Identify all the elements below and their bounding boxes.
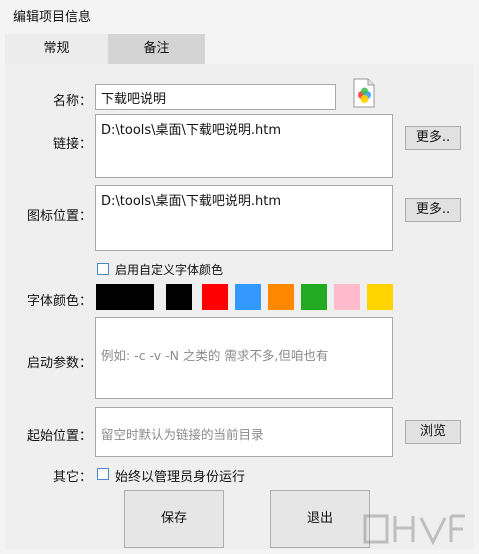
link-more-button[interactable]: 更多..: [405, 126, 461, 150]
font-color-label: 字体颜色：: [26, 294, 92, 309]
window-title: 编辑项目信息: [13, 10, 92, 25]
link-value: D:\tools\桌面\下载吧说明.htm: [101, 123, 282, 138]
tab-general[interactable]: 常规: [5, 34, 108, 64]
admin-label: 始终以管理员身份运行: [115, 470, 246, 485]
params-field[interactable]: 例如: -c -v -N 之类的 需求不多,但咱也有: [95, 317, 393, 399]
link-label: 链接：: [52, 137, 92, 152]
swatch-blue[interactable]: [235, 284, 261, 310]
name-field[interactable]: 下载吧说明: [95, 84, 336, 110]
file-icon[interactable]: [351, 78, 377, 108]
swatch-black[interactable]: [166, 284, 192, 310]
font-color-preview[interactable]: [96, 284, 154, 310]
custom-font-color-label: 启用自定义字体颜色: [115, 263, 224, 277]
icon-position-more-button[interactable]: 更多..: [405, 198, 461, 222]
tab-bar: 常规 备注: [5, 34, 205, 64]
start-position-label: 起始位置：: [26, 429, 92, 444]
start-position-field[interactable]: 留空时默认为链接的当前目录: [95, 407, 393, 457]
swatch-yellow[interactable]: [367, 284, 393, 310]
exit-button[interactable]: 退出: [270, 490, 370, 548]
icon-position-field[interactable]: D:\tools\桌面\下载吧说明.htm: [95, 185, 393, 251]
browse-button[interactable]: 浏览: [405, 420, 461, 444]
start-position-placeholder: 留空时默认为链接的当前目录: [101, 427, 264, 442]
save-button[interactable]: 保存: [124, 490, 224, 548]
custom-font-color-checkbox[interactable]: [97, 263, 109, 275]
swatch-orange[interactable]: [268, 284, 294, 310]
swatch-red[interactable]: [202, 284, 228, 310]
icon-position-label: 图标位置：: [26, 209, 92, 224]
name-label: 名称：: [52, 94, 92, 109]
icon-position-value: D:\tools\桌面\下载吧说明.htm: [101, 194, 282, 209]
watermark-logo: [361, 508, 471, 548]
other-label: 其它：: [52, 470, 92, 485]
swatch-green[interactable]: [301, 284, 327, 310]
name-value: 下载吧说明: [101, 92, 167, 107]
admin-checkbox[interactable]: [97, 468, 109, 480]
swatch-pink[interactable]: [334, 284, 360, 310]
params-label: 启动参数：: [26, 356, 92, 371]
tab-notes[interactable]: 备注: [108, 34, 205, 64]
params-placeholder: 例如: -c -v -N 之类的 需求不多,但咱也有: [101, 348, 329, 363]
link-field[interactable]: D:\tools\桌面\下载吧说明.htm: [95, 114, 393, 178]
